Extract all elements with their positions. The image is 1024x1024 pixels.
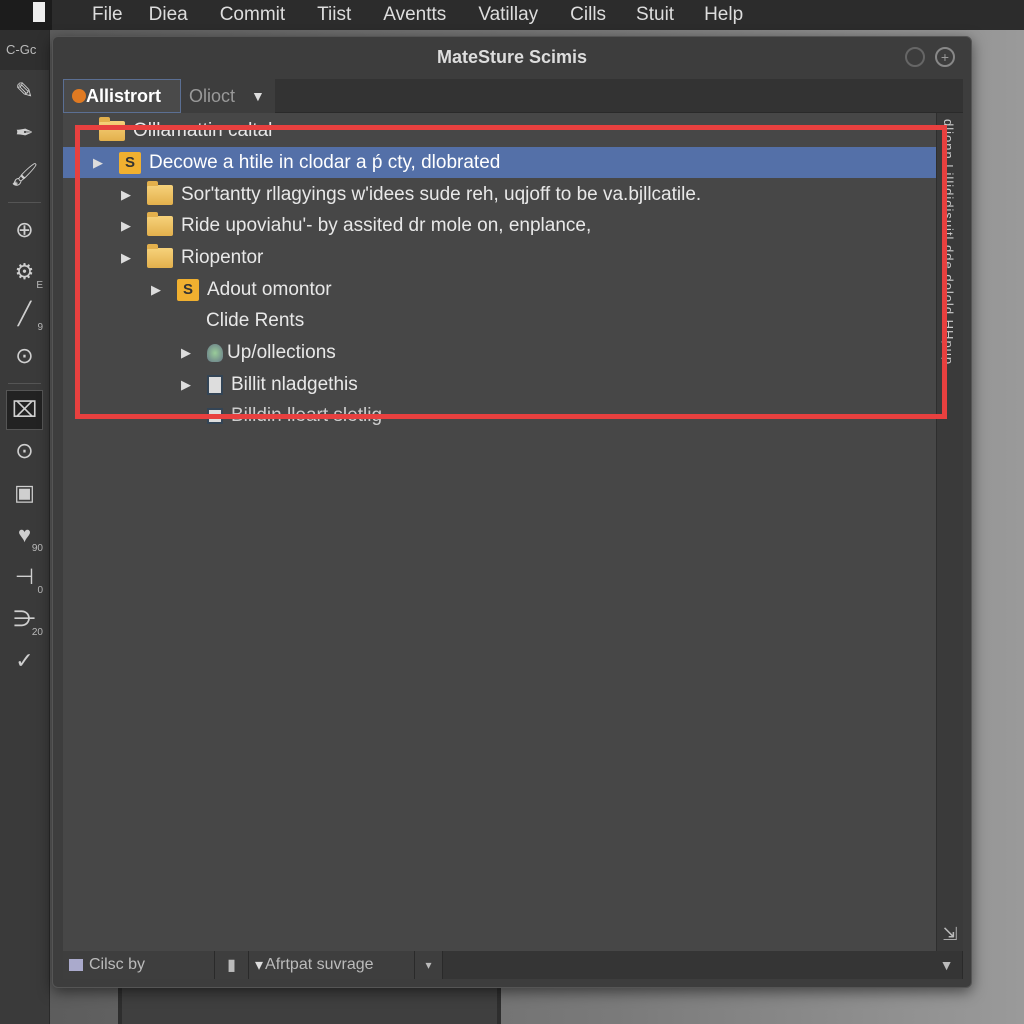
tree-item-label: Billdin lleart sletlig — [231, 404, 383, 426]
tree-item-label: Riopentor — [181, 246, 264, 268]
chevron-down-icon[interactable]: ▼ — [251, 88, 265, 104]
tree-item[interactable]: Olllamattin caltal — [63, 115, 936, 146]
tool-sub-label: 20 — [31, 627, 43, 638]
stamp-icon[interactable]: ⊙ — [0, 430, 49, 472]
add-circle-icon[interactable]: + — [935, 47, 955, 67]
vector-icon[interactable]: ⊣ 0 — [0, 556, 49, 598]
s-badge-icon: S — [177, 278, 199, 301]
pen-icon[interactable]: ✒ — [0, 112, 49, 154]
menu-commit[interactable]: Commit — [220, 4, 285, 26]
document-icon — [207, 407, 223, 424]
chevron-down-icon[interactable]: ▼ — [931, 951, 963, 979]
power-icon[interactable] — [905, 47, 925, 67]
tool-sub-label: 90 — [31, 543, 43, 554]
tree-item-label: Olllamattin caltal — [133, 119, 273, 141]
tree-item-selected[interactable]: ▶ S Decowe a htile in clodar a ṕ cty, dlob… — [63, 147, 936, 178]
expand-arrow-icon[interactable]: ▶ — [93, 155, 105, 171]
menu-cills[interactable]: Cills — [570, 4, 606, 26]
tab-bar: Allistrort Olioct ▼ — [63, 79, 963, 113]
tree-item-label: Billit nladgethis — [231, 373, 358, 395]
edit-icon[interactable]: ✎ — [0, 70, 49, 112]
vertical-scrollbar[interactable]: dlionn Lillididisuitl dde dolold HHpup ⇲ — [936, 113, 963, 951]
divider — [8, 383, 41, 384]
scroll-end-icon[interactable]: ⇲ — [937, 924, 963, 945]
person-settings-icon[interactable]: ⚙ E — [0, 251, 49, 293]
tab-label: Allistrort — [86, 85, 162, 106]
tree-item[interactable]: ▶ Up/ollections — [63, 337, 936, 368]
status-bar: Cilsc by ▮ ▾ Afrtpat suvrage ▾ ▼ — [63, 951, 963, 979]
side-panel-text: dlionn Lillididisuitl dde dolold HHpup — [941, 119, 956, 366]
expand-arrow-icon[interactable]: ▶ — [121, 187, 133, 203]
expand-arrow-icon[interactable]: ▶ — [121, 250, 133, 266]
tool-palette: C-Gc ✎ ✒ 🖌︎ ⊕ ⚙ E ╱ 9 ⊙ ⌧ ⊙ ▣ ♥ 90 ⊣ 0 ⋺ 20 ✓ — [0, 30, 50, 1024]
tool-sub-label: 0 — [37, 585, 43, 596]
dropdown-icon[interactable]: ▾ — [415, 951, 443, 979]
dialog-title: MateSture Scimis — [436, 47, 588, 67]
expand-arrow-icon[interactable]: ▶ — [121, 218, 133, 234]
tree-item-label: Adout omontor — [207, 278, 332, 300]
tree-item-label: Ride upoviahu'- by assited dr mole on, e… — [181, 214, 592, 236]
tool-sub-label: 9 — [37, 322, 43, 333]
status-filter-label: Cilsc by — [89, 956, 146, 973]
menu-bar: File Diea Commit Tiist Aventts Vatillay … — [0, 0, 1024, 30]
status-sort[interactable]: ▾ Afrtpat suvrage — [249, 951, 415, 979]
tree-item[interactable]: Clide Rents — [63, 305, 936, 336]
toolbar-header: C-Gc — [0, 30, 49, 70]
tree-item[interactable]: ▶ Riopentor — [63, 242, 936, 273]
menu-help[interactable]: Help — [704, 4, 743, 26]
target-icon[interactable]: ⊕ — [0, 209, 49, 251]
brush-icon[interactable]: 🖌︎ — [0, 154, 49, 196]
tree-item-label: Sor'tantty rllagyings w'idees sude reh, … — [181, 183, 702, 205]
status-spacer — [443, 951, 931, 979]
tab-olioct[interactable]: Olioct ▼ — [181, 79, 275, 113]
status-filter[interactable]: Cilsc by — [63, 951, 215, 979]
bookmark-icon[interactable]: ▮ — [215, 951, 249, 979]
line-icon[interactable]: ╱ 9 — [0, 293, 49, 335]
dialog-window: MateSture Scimis + Allistrort Olioct ▼ Ol… — [52, 36, 972, 988]
menu-file[interactable]: File — [92, 4, 123, 26]
expand-arrow-icon[interactable]: ▶ — [181, 377, 193, 393]
expand-arrow-icon[interactable]: ▶ — [151, 282, 163, 298]
document-icon — [207, 374, 223, 395]
menu-tiist[interactable]: Tiist — [317, 4, 351, 26]
menu-diea[interactable]: Diea — [149, 4, 188, 26]
folder-icon — [147, 211, 173, 236]
menu-aventts[interactable]: Aventts — [383, 4, 446, 26]
s-badge-icon: S — [119, 151, 141, 174]
folder-icon — [99, 116, 125, 141]
list-icon — [69, 959, 83, 971]
background-panel — [118, 988, 501, 1024]
bulb-icon — [207, 343, 223, 362]
divider — [8, 202, 41, 203]
branch-icon[interactable]: ⋺ 20 — [0, 598, 49, 640]
tree-item[interactable]: ▶ Billit nladgethis — [63, 369, 936, 400]
menu-stuit[interactable]: Stuit — [636, 4, 674, 26]
status-sort-label: Afrtpat suvrage — [265, 956, 374, 973]
tree-item-label: Up/ollections — [227, 341, 336, 363]
tree-view: Olllamattin caltal ▶ S Decowe a htile in c… — [63, 113, 936, 951]
folder-icon — [147, 180, 173, 205]
tree-item[interactable]: ▶ Ride upoviahu'- by assited dr mole on, … — [63, 210, 936, 241]
shape-icon[interactable]: ♥ 90 — [0, 514, 49, 556]
menu-vatillay[interactable]: Vatillay — [478, 4, 538, 26]
tree-item[interactable]: Billdin lleart sletlig — [63, 400, 936, 431]
heart-icon: ▾ — [255, 957, 264, 974]
frame-icon[interactable]: ▣ — [0, 472, 49, 514]
download-icon[interactable]: ⊙ — [0, 335, 49, 377]
check-circle-icon[interactable]: ✓ — [0, 640, 49, 682]
expand-arrow-icon[interactable]: ▶ — [181, 345, 193, 361]
tree-item[interactable]: ▶ S Adout omontor — [63, 274, 936, 305]
tree-item-label: Clide Rents — [206, 309, 305, 331]
app-logo-icon — [72, 89, 86, 103]
tool-sub-label: E — [36, 280, 43, 291]
app-icon[interactable] — [0, 0, 52, 30]
tab-label: Olioct — [189, 85, 236, 106]
tree-item-label: Decowe a htile in clodar a ṕ cty, dlobra… — [149, 151, 501, 173]
tab-allistrort[interactable]: Allistrort — [63, 79, 181, 113]
film-icon[interactable]: ⌧ — [6, 390, 43, 430]
folder-icon — [147, 243, 173, 268]
tree-item[interactable]: ▶ Sor'tantty rllagyings w'idees sude reh,… — [63, 179, 936, 210]
